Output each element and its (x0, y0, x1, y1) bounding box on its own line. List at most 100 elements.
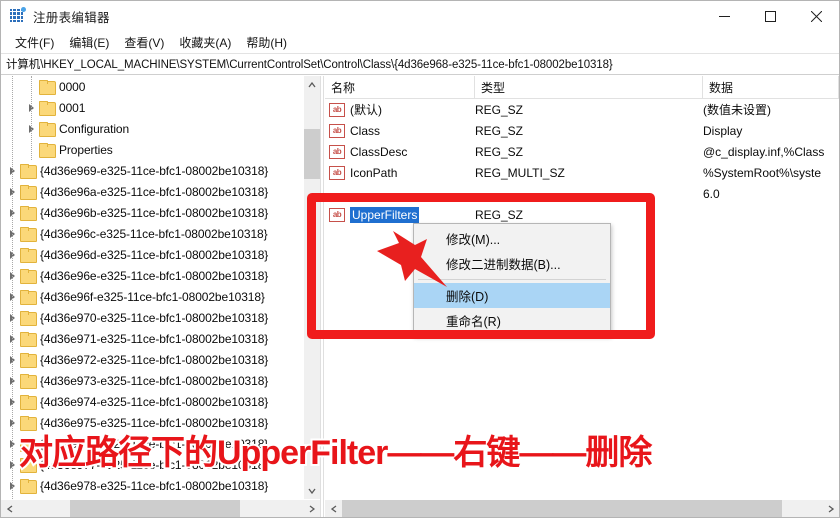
value-name: IconPath (350, 165, 398, 180)
folder-icon (20, 374, 37, 389)
folder-icon (39, 122, 56, 137)
tree-item[interactable]: {4d36e970-e325-11ce-bfc1-08002be10318} (1, 307, 304, 328)
tree-item[interactable]: {4d36e96a-e325-11ce-bfc1-08002be10318} (1, 181, 304, 202)
tree-item-label: {4d36e96b-e325-11ce-bfc1-08002be10318} (40, 205, 269, 220)
tree-item-label: {4d36e978-e325-11ce-bfc1-08002be10318} (40, 478, 269, 493)
ab-string-icon: ab (329, 165, 345, 180)
tree-item[interactable]: {4d36e96e-e325-11ce-bfc1-08002be10318} (1, 265, 304, 286)
tree-item[interactable]: Configuration (1, 118, 304, 139)
menu-item-2[interactable]: 查看(V) (117, 32, 172, 53)
folder-icon (20, 248, 37, 263)
tree-item[interactable]: {4d36e96d-e325-11ce-bfc1-08002be10318} (1, 244, 304, 265)
tree-item-label: {4d36e96a-e325-11ce-bfc1-08002be10318} (40, 184, 269, 199)
folder-icon (39, 143, 56, 158)
value-row[interactable]: ab IconPath REG_MULTI_SZ %SystemRoot%\syste (325, 162, 839, 183)
menu-item-3[interactable]: 收藏夹(A) (172, 32, 239, 53)
value-row[interactable]: ab ClassDesc REG_SZ @c_display.inf,%Class (325, 141, 839, 162)
tree-item[interactable]: {4d36e972-e325-11ce-bfc1-08002be10318} (1, 349, 304, 370)
ab-string-icon: ab (329, 102, 345, 117)
tree-item-label: {4d36e971-e325-11ce-bfc1-08002be10318} (40, 331, 269, 346)
tree-item[interactable]: {4d36e969-e325-11ce-bfc1-08002be10318} (1, 160, 304, 181)
close-icon[interactable] (793, 1, 839, 31)
tree-item[interactable]: Properties (1, 139, 304, 160)
minimize-icon[interactable] (701, 1, 747, 31)
tree-guide-line (12, 76, 13, 499)
tree-item-label: {4d36e96f-e325-11ce-bfc1-08002be10318} (40, 289, 265, 304)
tree-item-label: {4d36e974-e325-11ce-bfc1-08002be10318} (40, 394, 269, 409)
tree-item-label: {4d36e973-e325-11ce-bfc1-08002be10318} (40, 373, 269, 388)
tree-item[interactable]: 0001 (1, 97, 304, 118)
ab-string-icon: ab (329, 144, 345, 159)
scroll-down-icon[interactable] (304, 482, 320, 499)
value-name: UpperFilters (350, 206, 420, 223)
registry-icon (10, 7, 26, 24)
value-data: (数值未设置) (703, 103, 771, 117)
tree-item-label: Properties (59, 142, 113, 157)
menu-item-4[interactable]: 帮助(H) (239, 32, 295, 53)
ab-string-icon: ab (329, 207, 345, 222)
column-header[interactable]: 数据 (703, 76, 839, 99)
context-menu-item[interactable]: 重命名(R) (414, 308, 610, 333)
window-title: 注册表编辑器 (33, 10, 110, 25)
tree-item[interactable]: {4d36e971-e325-11ce-bfc1-08002be10318} (1, 328, 304, 349)
folder-icon (20, 332, 37, 347)
tree-item[interactable]: {4d36e974-e325-11ce-bfc1-08002be10318} (1, 391, 304, 412)
value-row[interactable]: ab Class REG_SZ Display (325, 120, 839, 141)
value-name: ClassDesc (350, 144, 408, 159)
folder-icon (39, 80, 56, 95)
folder-icon (20, 395, 37, 410)
value-row[interactable]: 6.0 (325, 183, 839, 204)
value-name: (默认) (350, 103, 382, 117)
column-header[interactable]: 类型 (475, 76, 703, 99)
scroll-left-icon[interactable] (1, 500, 18, 517)
tree-scroll-thumb[interactable] (304, 129, 320, 179)
value-row[interactable]: ab (默认) REG_SZ (数值未设置) (325, 99, 839, 120)
folder-icon (20, 479, 37, 494)
address-bar[interactable]: 计算机\HKEY_LOCAL_MACHINE\SYSTEM\CurrentCon… (1, 53, 839, 75)
values-horizontal-scrollbar[interactable] (325, 500, 839, 517)
title-bar: 注册表编辑器 (1, 1, 839, 31)
value-name: Class (350, 123, 381, 138)
tree-item[interactable]: {4d36e978-e325-11ce-bfc1-08002be10318} (1, 475, 304, 496)
tree-scroll-track[interactable] (304, 93, 320, 482)
value-type: REG_SZ (475, 102, 524, 117)
folder-icon (20, 185, 37, 200)
menu-item-1[interactable]: 编辑(E) (62, 32, 117, 53)
folder-icon (20, 227, 37, 242)
values-hscroll-thumb[interactable] (342, 500, 782, 517)
tree-item[interactable]: {4d36e973-e325-11ce-bfc1-08002be10318} (1, 370, 304, 391)
tree-item[interactable]: {4d36e96b-e325-11ce-bfc1-08002be10318} (1, 202, 304, 223)
value-data: 6.0 (703, 186, 720, 201)
tree-hscroll-thumb[interactable] (70, 500, 240, 517)
column-header[interactable]: 名称 (325, 76, 475, 99)
scroll-up-icon[interactable] (304, 76, 320, 93)
tree-horizontal-scrollbar[interactable] (1, 500, 320, 517)
value-data: Display (703, 123, 743, 138)
tree-item[interactable]: {4d36e96c-e325-11ce-bfc1-08002be10318} (1, 223, 304, 244)
tree-item[interactable]: 0000 (1, 76, 304, 97)
folder-icon (20, 311, 37, 326)
value-type: REG_SZ (475, 144, 524, 159)
scroll-right-icon[interactable] (822, 500, 839, 517)
maximize-icon[interactable] (747, 1, 793, 31)
scroll-left-icon[interactable] (325, 500, 342, 517)
values-column-headers: 名称 类型 数据 (325, 76, 839, 99)
tree-item[interactable]: {4d36e96f-e325-11ce-bfc1-08002be10318} (1, 286, 304, 307)
value-row[interactable]: ab UpperFilters REG_SZ (325, 204, 839, 225)
value-type: REG_SZ (475, 207, 524, 222)
tree-item-label: Configuration (59, 121, 130, 136)
tree-item-label: 0001 (59, 100, 86, 115)
value-data: %SystemRoot%\syste (703, 165, 822, 180)
menu-bar: 文件(F) 编辑(E) 查看(V) 收藏夹(A) 帮助(H) (1, 31, 839, 53)
tree-item-label: {4d36e970-e325-11ce-bfc1-08002be10318} (40, 310, 269, 325)
folder-icon (20, 206, 37, 221)
tree-guide-line (31, 76, 32, 160)
tree-item-label: {4d36e96d-e325-11ce-bfc1-08002be10318} (40, 247, 269, 262)
folder-icon (20, 164, 37, 179)
tree-item-label: 0000 (59, 79, 86, 94)
tree-hscroll-track[interactable] (18, 500, 303, 517)
values-hscroll-track[interactable] (342, 500, 822, 517)
menu-item-0[interactable]: 文件(F) (8, 32, 62, 53)
scroll-right-icon[interactable] (303, 500, 320, 517)
tree-item[interactable]: {4d36e979-e325-11ce-bfc1-08002be10318} (1, 496, 304, 499)
